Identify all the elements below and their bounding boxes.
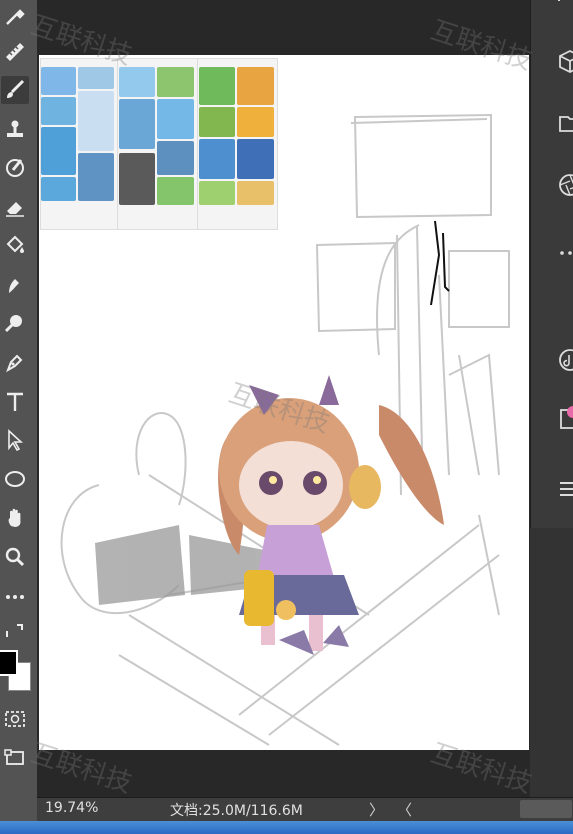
stamp-icon[interactable] <box>1 116 29 144</box>
right-panel-strip <box>530 0 573 528</box>
screen-mode-icon[interactable] <box>1 744 29 772</box>
type-icon[interactable] <box>1 388 29 416</box>
hand-icon[interactable] <box>1 504 29 532</box>
character-illustration <box>218 375 444 655</box>
more-tools-icon[interactable] <box>1 583 29 611</box>
prev-arrow-icon[interactable]: 〈 <box>397 799 412 820</box>
paint-bucket-icon[interactable] <box>1 231 29 259</box>
dodge-icon[interactable] <box>1 309 29 337</box>
eyedropper-icon[interactable] <box>1 2 29 30</box>
ruler-icon[interactable] <box>1 38 29 66</box>
avatar[interactable] <box>557 404 573 430</box>
smudge-icon[interactable] <box>1 271 29 299</box>
foreground-color-swatch[interactable] <box>0 650 18 676</box>
path-select-icon[interactable] <box>1 426 29 454</box>
menu-icon[interactable] <box>557 476 573 502</box>
aperture-icon[interactable] <box>557 172 573 198</box>
cube-icon[interactable] <box>557 48 573 74</box>
history-brush-icon[interactable] <box>1 154 29 182</box>
more-options-icon[interactable] <box>557 240 573 266</box>
eraser-icon[interactable] <box>1 193 29 221</box>
swap-colors-icon[interactable] <box>1 621 29 641</box>
music-icon[interactable] <box>557 347 573 373</box>
document-size-info[interactable]: 文档:25.0M/116.6M <box>170 800 303 820</box>
brush-icon[interactable] <box>1 76 29 104</box>
layer-icon[interactable] <box>557 0 573 14</box>
zoom-icon[interactable] <box>1 543 29 571</box>
sketch-artwork <box>60 113 510 746</box>
folder-icon[interactable] <box>557 110 573 136</box>
taskbar <box>0 821 573 834</box>
horizontal-scrollbar[interactable] <box>520 800 572 818</box>
right-panel-lower <box>530 528 573 798</box>
tools-panel <box>0 0 37 834</box>
quick-mask-icon[interactable] <box>1 705 29 733</box>
status-bar: 19.74% 文档:25.0M/116.6M 〉 〈 <box>37 797 573 822</box>
ellipse-icon[interactable] <box>1 465 29 493</box>
zoom-level[interactable]: 19.74% <box>45 800 98 816</box>
canvas[interactable] <box>39 55 529 750</box>
next-arrow-icon[interactable]: 〉 <box>369 799 384 820</box>
pen-icon[interactable] <box>1 348 29 376</box>
